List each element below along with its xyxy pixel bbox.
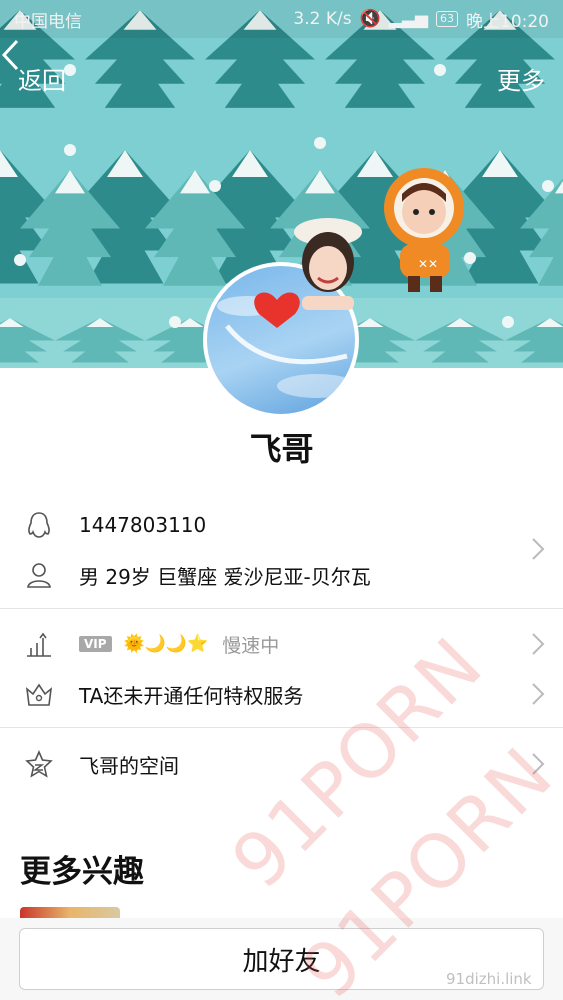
carrier-label: 中国电信 <box>14 11 82 32</box>
penguin-icon <box>28 512 50 538</box>
mute-icon: 🔇 <box>359 9 381 29</box>
star-icon <box>25 750 53 778</box>
qq-number: 1447803110 <box>79 513 207 537</box>
vip-badge: VIP <box>79 636 112 652</box>
crown-icon <box>25 683 53 706</box>
more-interests-title: 更多兴趣 <box>20 854 144 890</box>
chevron-right-icon <box>532 633 545 655</box>
navigation-bar: 返回 更多 <box>0 38 563 118</box>
snowflake-dot <box>502 316 514 328</box>
divider <box>0 727 563 728</box>
battery-icon: 63 <box>436 11 458 27</box>
snowflake-dot <box>542 180 554 192</box>
snowflake-dot <box>314 137 326 149</box>
chevron-right-icon <box>532 683 545 705</box>
qq-number-row: 1447803110 <box>0 507 563 543</box>
svg-text:✕✕: ✕✕ <box>418 257 438 271</box>
level-up-icon <box>27 632 51 657</box>
watermark-site: 91dizhi.link <box>446 970 532 988</box>
speed-status: 慢速中 <box>222 634 280 657</box>
qq-level-icons: 🌞🌙🌙⭐ <box>123 634 209 654</box>
divider <box>0 608 563 609</box>
chevron-right-icon <box>532 538 545 560</box>
back-label: 返回 <box>18 66 66 95</box>
back-button[interactable]: 返回 <box>1 39 66 96</box>
privilege-row[interactable]: TA还未开通任何特权服务 <box>0 676 563 712</box>
snowflake-dot <box>64 144 76 156</box>
personal-details-row[interactable]: 男 29岁 巨蟹座 爱沙尼亚-贝尔瓦 <box>0 557 563 593</box>
snowflake-dot <box>169 316 181 328</box>
avatar-pendant-sticker <box>294 218 362 310</box>
qzone-row[interactable]: 飞哥的空间 <box>0 746 563 782</box>
personal-details: 男 29岁 巨蟹座 爱沙尼亚-贝尔瓦 <box>79 564 371 589</box>
snowflake-dot <box>14 254 26 266</box>
chevron-right-icon <box>532 753 545 775</box>
chevron-left-icon <box>1 39 19 71</box>
clock: 晚上10:20 <box>466 11 549 32</box>
profile-name: 飞哥 <box>249 430 314 468</box>
eskimo-sticker: ✕✕ <box>384 168 464 292</box>
signal-icon: ▂▃▅ <box>388 9 428 29</box>
status-bar: 中国电信 3.2 K/s 🔇 ▂▃▅ 63 晚上10:20 <box>0 0 563 38</box>
qzone-label: 飞哥的空间 <box>79 753 179 778</box>
person-icon <box>27 563 51 588</box>
snowflake-dot <box>209 180 221 192</box>
network-speed: 3.2 K/s <box>293 9 352 29</box>
more-button[interactable]: 更多 <box>497 61 545 96</box>
vip-level-row[interactable]: VIP 🌞🌙🌙⭐ 慢速中 <box>0 626 563 662</box>
privilege-label: TA还未开通任何特权服务 <box>79 683 304 708</box>
